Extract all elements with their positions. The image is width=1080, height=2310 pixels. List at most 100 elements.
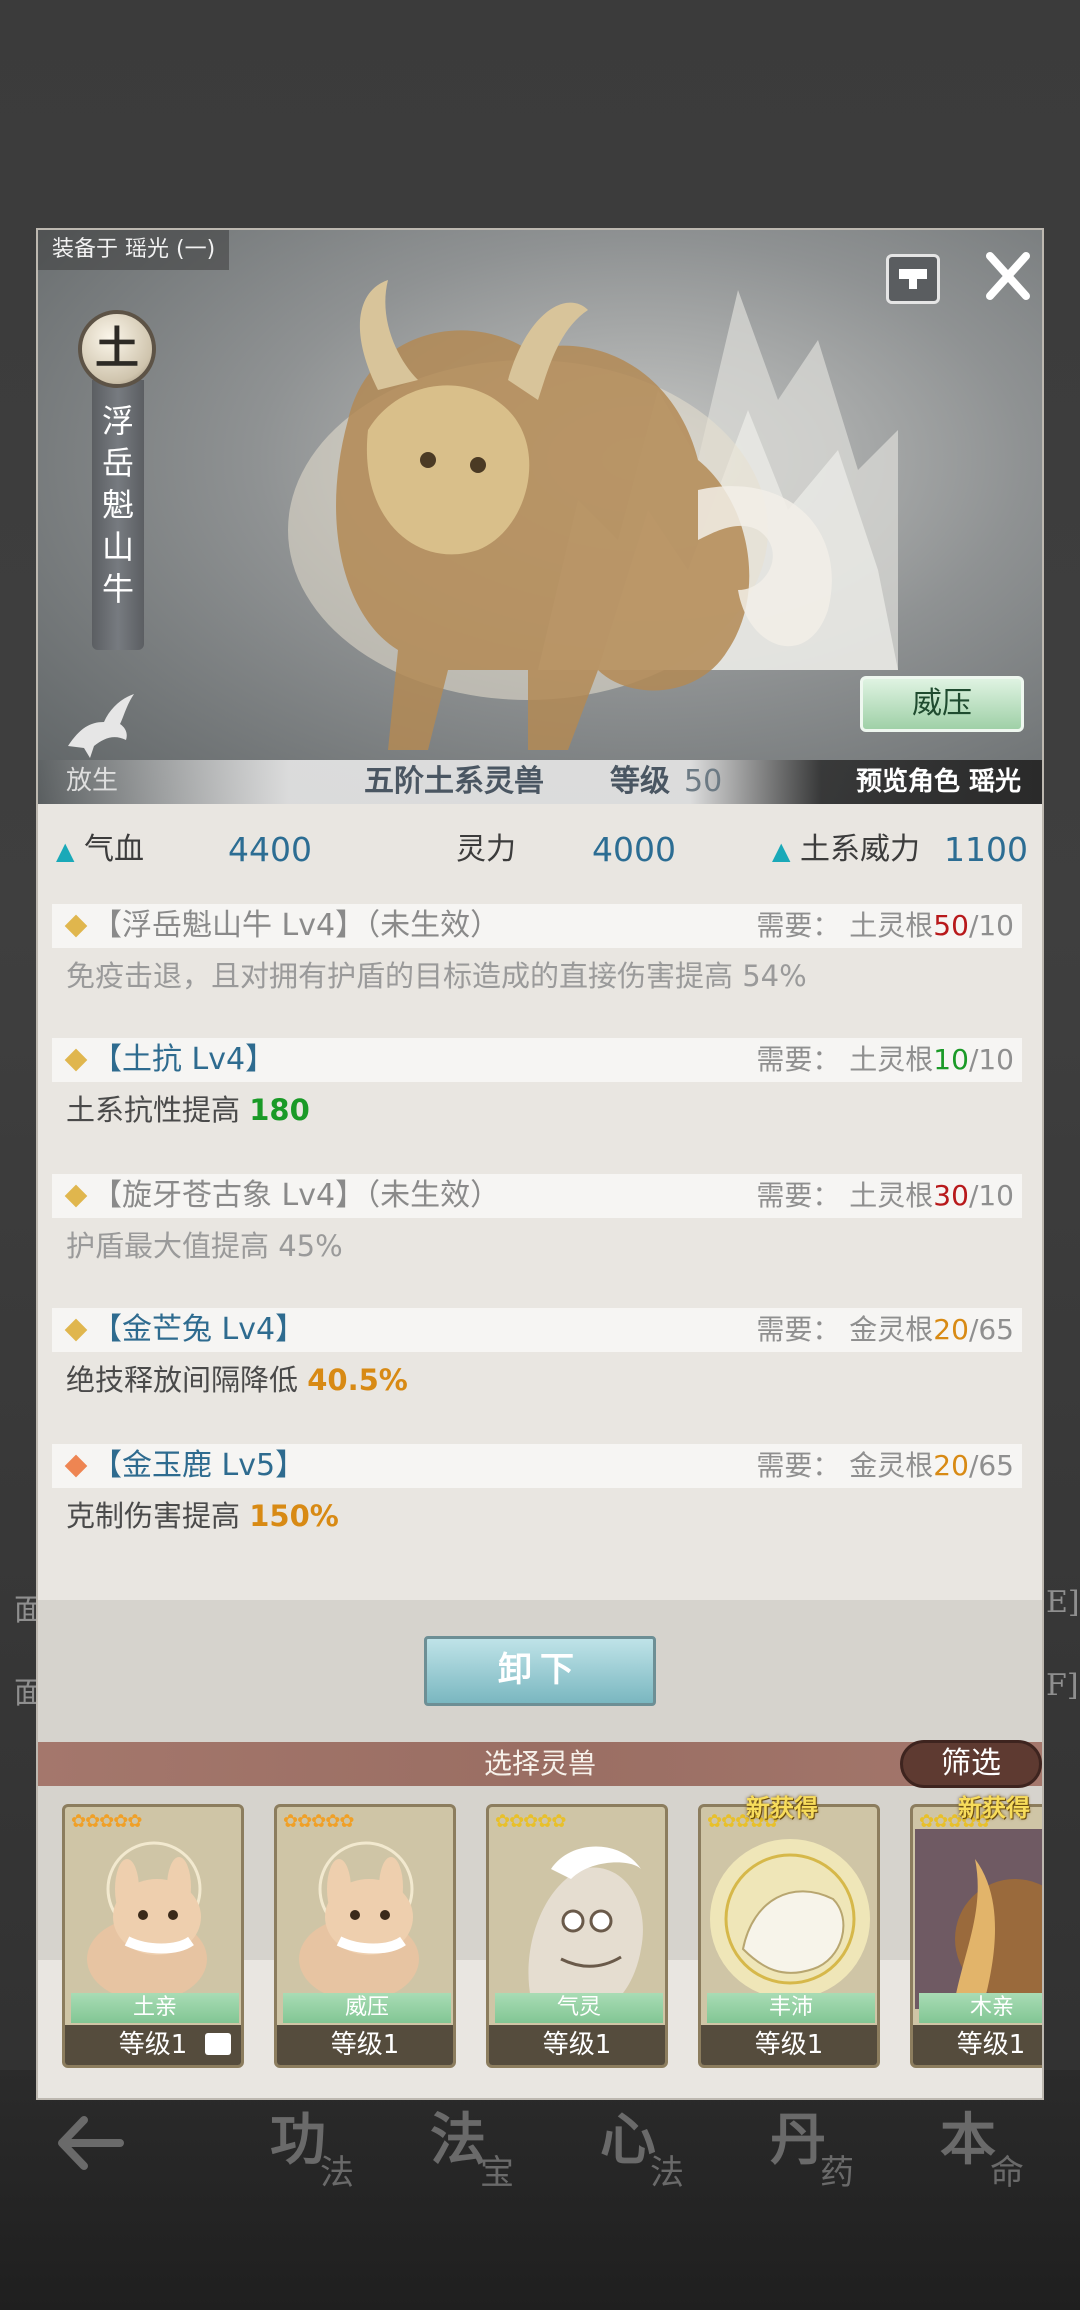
bg-side-label: E] [1046, 1585, 1080, 1620]
new-obtained-badge: 新获得 [958, 1794, 1030, 1822]
card-level: 等级1 [277, 2025, 453, 2065]
trait-tag: 威压 [283, 1993, 451, 2023]
card-level-text: 等级1 [754, 2030, 824, 2060]
nav-big-char: 本 [940, 2107, 996, 2173]
req-prefix: 需要： 土灵根 [756, 1179, 934, 1212]
beast-card[interactable]: ✿✿✿✿✿ 丰沛 等级1 [698, 1804, 880, 2068]
skill-desc-text: 护盾最大值提高 45% [66, 1229, 343, 1263]
req-prefix: 需要： 金灵根 [756, 1313, 934, 1346]
nav-small-char: 宝 [480, 2153, 514, 2193]
trait-tag: 丰沛 [707, 1993, 875, 2023]
filter-button[interactable]: 筛选 [900, 1740, 1042, 1788]
card-level-text: 等级1 [118, 2030, 188, 2060]
diamond-icon [64, 1454, 88, 1478]
stat-value: 4400 [228, 830, 312, 869]
close-icon[interactable] [978, 246, 1038, 306]
nav-small-char: 命 [990, 2153, 1024, 2193]
new-obtained-badge: 新获得 [746, 1794, 818, 1822]
req-max: /65 [968, 1313, 1014, 1346]
skill-desc-value: 40.5% [307, 1363, 408, 1397]
skill-desc-text: 土系抗性提高 [66, 1093, 250, 1127]
unequip-button[interactable]: 卸下 [424, 1636, 656, 1706]
stat-spirit: 灵力 [456, 830, 516, 870]
nav-big-char: 心 [600, 2107, 656, 2173]
card-level: 等级1 [489, 2025, 665, 2065]
req-prefix: 需要： 金灵根 [756, 1449, 934, 1482]
stat-earth-power-value: 1100 [944, 830, 1028, 872]
skill-desc-text: 绝技释放间隔降低 [66, 1363, 308, 1397]
beast-card[interactable]: ✿✿✿✿✿ 威压 等级1 [274, 1804, 456, 2068]
req-current: 20 [933, 1449, 969, 1482]
nav-small-char: 药 [820, 2153, 854, 2193]
up-triangle-icon: ▲ [772, 837, 791, 865]
skill-weiya-button[interactable]: 威压 [860, 676, 1024, 732]
skill-title: 【金玉鹿 Lv5】 [92, 1448, 306, 1483]
stat-earth-power: ▲ 土系威力 [772, 830, 920, 871]
beast-name: 浮岳魁山牛 [101, 402, 134, 608]
card-level: 等级1 [913, 2025, 1042, 2065]
skill-header: 【旋牙苍古象 Lv4】（未生效） 需要： 土灵根30/10 [52, 1174, 1022, 1218]
bg-side-label: F] [1046, 1668, 1079, 1703]
nav-danyao[interactable]: 丹药 [760, 2095, 910, 2265]
dove-release-icon[interactable] [60, 688, 138, 758]
req-max: /65 [968, 1449, 1014, 1482]
nav-big-char: 法 [430, 2107, 486, 2173]
diamond-icon [64, 914, 88, 938]
beast-card[interactable]: ✿✿✿✿✿ 气灵 等级1 [486, 1804, 668, 2068]
skill-description: 绝技释放间隔降低 40.5% [66, 1358, 408, 1402]
skill-requirement: 需要： 金灵根20/65 [756, 1444, 1014, 1488]
toad-portrait [915, 1829, 1042, 2009]
level-value: 50 [684, 764, 723, 799]
req-max: /10 [968, 1179, 1014, 1212]
preview-character[interactable]: 预览角色 瑶光 [856, 761, 1021, 803]
beast-card[interactable]: ✿✿✿✿✿ 土亲 等级1 [62, 1804, 244, 2068]
dragon-portrait [710, 1839, 870, 1999]
beast-card[interactable]: ✿✿✿✿✿ 木亲 等级1 [910, 1804, 1042, 2068]
back-arrow-icon[interactable] [50, 2108, 130, 2178]
trait-tag: 木亲 [919, 1993, 1042, 2023]
skill-description: 克制伤害提高 150% [66, 1494, 339, 1538]
card-level-text: 等级1 [956, 2030, 1026, 2060]
skill-header: 【浮岳魁山牛 Lv4】（未生效） 需要： 土灵根50/10 [52, 904, 1022, 948]
skill-desc-text: 克制伤害提高 [66, 1499, 250, 1533]
stat-label: 气血 [84, 832, 145, 867]
req-current: 30 [933, 1179, 969, 1212]
skill-description: 护盾最大值提高 45% [66, 1224, 343, 1268]
nav-fabao[interactable]: 法宝 [420, 2095, 570, 2265]
req-current: 10 [933, 1043, 969, 1076]
skill-header: 【土抗 Lv4】 需要： 土灵根10/10 [52, 1038, 1022, 1082]
card-level-text: 等级1 [542, 2030, 612, 2060]
beast-hero-image: 装备于 瑶光 (一) 浮岳魁山牛 土 放生 威压 五阶土系灵兽 等级 50 预览… [38, 230, 1042, 804]
trait-tag: 气灵 [495, 1993, 663, 2023]
spirit-beast-dialog: 装备于 瑶光 (一) 浮岳魁山牛 土 放生 威压 五阶土系灵兽 等级 50 预览… [36, 228, 1044, 2100]
card-level: 等级1 [701, 2025, 877, 2065]
beast-tier: 五阶土系灵兽 [364, 764, 544, 799]
skill-desc-value: 180 [249, 1093, 310, 1127]
stat-label: 灵力 [456, 832, 516, 867]
beast-illustration [288, 280, 832, 750]
skill-desc-value: 150% [249, 1499, 339, 1533]
nav-big-char: 丹 [770, 2107, 826, 2173]
diamond-icon [64, 1318, 88, 1342]
req-prefix: 需要： 土灵根 [756, 1043, 934, 1076]
req-current: 50 [933, 909, 969, 942]
spirit-portrait [528, 1846, 643, 2004]
req-max: /10 [968, 1043, 1014, 1076]
lock-icon[interactable] [886, 254, 940, 304]
nav-xinfa[interactable]: 心法 [590, 2095, 740, 2265]
nav-benming[interactable]: 本命 [930, 2095, 1080, 2265]
stat-spirit-value: 4000 [592, 830, 676, 872]
select-beast-bar: 选择灵兽 [38, 1742, 1042, 1786]
stat-hp-value: 4400 [228, 830, 312, 872]
skill-title: 【旋牙苍古象 Lv4】（未生效） [92, 1178, 501, 1213]
beast-name-banner: 浮岳魁山牛 [92, 380, 144, 650]
stat-value: 4000 [592, 830, 676, 869]
req-prefix: 需要： 土灵根 [756, 909, 934, 942]
nav-gongfa[interactable]: 功法 [260, 2095, 410, 2265]
req-max: /10 [968, 909, 1014, 942]
rabbit-portrait [87, 1841, 207, 2001]
skill-title: 【金芒兔 Lv4】 [92, 1312, 306, 1347]
skill-header: 【金芒兔 Lv4】 需要： 金灵根20/65 [52, 1308, 1022, 1352]
level-label: 等级 [610, 764, 670, 799]
skill-title: 【土抗 Lv4】 [92, 1042, 276, 1077]
